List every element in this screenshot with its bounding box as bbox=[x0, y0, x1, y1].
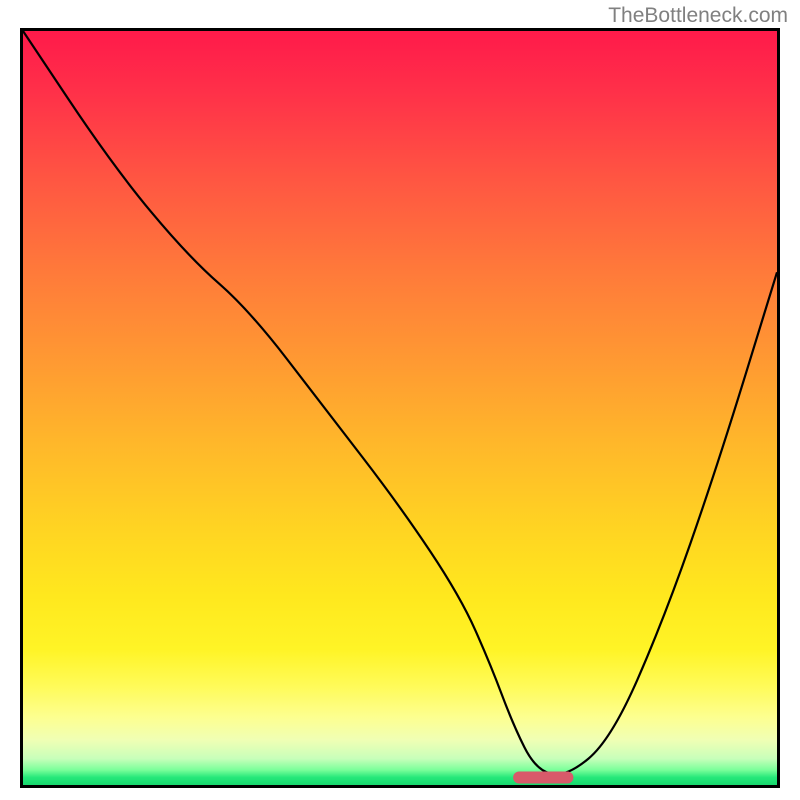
bottleneck-curve bbox=[23, 31, 777, 774]
watermark-text: TheBottleneck.com bbox=[608, 4, 788, 28]
curve-svg bbox=[23, 31, 777, 785]
chart-container: TheBottleneck.com bbox=[0, 0, 800, 800]
plot-area bbox=[20, 28, 780, 788]
optimal-marker bbox=[513, 771, 573, 783]
